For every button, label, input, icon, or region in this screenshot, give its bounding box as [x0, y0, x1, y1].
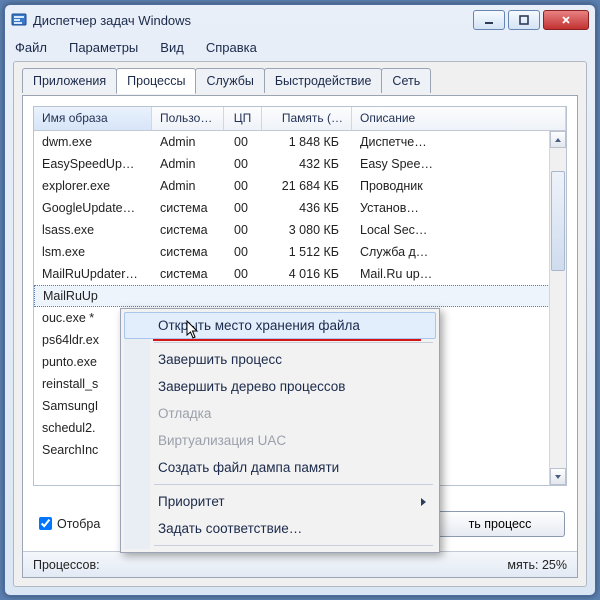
cell-user: Admin	[152, 177, 224, 195]
cell-name: explorer.exe	[34, 177, 152, 195]
show-all-label: Отобра	[57, 517, 100, 531]
cell-desc: Служба д…	[352, 243, 566, 261]
status-bar: Процессов: мять: 25%	[23, 551, 577, 577]
cell-name: lsm.exe	[34, 243, 152, 261]
context-menu-item: Отладка	[124, 400, 436, 427]
table-row[interactable]: GoogleUpdate…система00436 КБУстанов…	[34, 197, 566, 219]
cell-cpu: 00	[224, 243, 262, 261]
menu-view[interactable]: Вид	[156, 38, 188, 57]
cell-desc: Диспетче…	[352, 133, 566, 151]
end-process-button[interactable]: ть процесс	[435, 511, 565, 537]
table-row[interactable]: MailRuUp	[34, 285, 566, 307]
cell-mem: 1 848 КБ	[262, 133, 352, 151]
context-menu-item: Виртуализация UAC	[124, 427, 436, 454]
col-header-memory[interactable]: Память (…	[262, 107, 352, 130]
table-row[interactable]: lsm.exeсистема001 512 КБСлужба д…	[34, 241, 566, 263]
table-header: Имя образа Пользо… ЦП Память (… Описание	[34, 107, 566, 131]
context-menu-item[interactable]: Создать файл дампа памяти	[124, 454, 436, 481]
cell-name: GoogleUpdate…	[34, 199, 152, 217]
cell-name: EasySpeedUp…	[34, 155, 152, 173]
table-row[interactable]: MailRuUpdater…система004 016 КБMail.Ru u…	[34, 263, 566, 285]
cell-desc: Local Sec…	[352, 221, 566, 239]
cell-cpu: 00	[224, 199, 262, 217]
cell-user: Admin	[152, 133, 224, 151]
col-header-name[interactable]: Имя образа	[34, 107, 152, 130]
menu-help[interactable]: Справка	[202, 38, 261, 57]
context-menu-item[interactable]: Открыть место хранения файла	[124, 312, 436, 339]
context-menu-separator	[154, 545, 433, 546]
cell-desc	[353, 294, 565, 298]
context-menu-item[interactable]: Задать соответствие…	[124, 515, 436, 542]
menu-file[interactable]: Файл	[11, 38, 51, 57]
cell-user: система	[152, 265, 224, 283]
col-header-cpu[interactable]: ЦП	[224, 107, 262, 130]
cell-mem	[263, 294, 353, 298]
app-icon	[11, 12, 27, 28]
cell-user: система	[152, 199, 224, 217]
scroll-up-button[interactable]	[550, 131, 566, 148]
cursor-icon	[186, 320, 202, 343]
context-menu-item[interactable]: Завершить процесс	[124, 346, 436, 373]
titlebar[interactable]: Диспетчер задач Windows	[5, 5, 595, 35]
tab-performance[interactable]: Быстродействие	[264, 68, 383, 93]
cell-cpu: 00	[224, 265, 262, 283]
cell-mem: 3 080 КБ	[262, 221, 352, 239]
status-memory: мять: 25%	[507, 558, 567, 572]
show-all-checkbox[interactable]	[39, 517, 52, 530]
process-context-menu: Открыть место хранения файла Завершить пр…	[120, 308, 440, 553]
cell-mem: 436 КБ	[262, 199, 352, 217]
context-menu-item[interactable]: Завершить дерево процессов	[124, 373, 436, 400]
table-row[interactable]: lsass.exeсистема003 080 КБLocal Sec…	[34, 219, 566, 241]
cell-name: MailRuUp	[35, 287, 153, 305]
show-all-checkbox-area: Отобра	[35, 514, 100, 533]
cell-user: система	[152, 243, 224, 261]
context-menu-item[interactable]: Приоритет	[124, 488, 436, 515]
cell-name: dwm.exe	[34, 133, 152, 151]
cell-desc: Проводник	[352, 177, 566, 195]
vertical-scrollbar[interactable]	[549, 131, 566, 485]
menu-options[interactable]: Параметры	[65, 38, 142, 57]
cell-mem: 4 016 КБ	[262, 265, 352, 283]
table-row[interactable]: EasySpeedUp…Admin00432 КБEasy Spee…	[34, 153, 566, 175]
cell-cpu: 00	[224, 155, 262, 173]
cell-cpu	[225, 294, 263, 298]
col-header-user[interactable]: Пользо…	[152, 107, 224, 130]
maximize-button[interactable]	[508, 10, 540, 30]
cell-desc: Easy Spee…	[352, 155, 566, 173]
tab-applications[interactable]: Приложения	[22, 68, 117, 93]
scroll-down-button[interactable]	[550, 468, 566, 485]
cell-name: lsass.exe	[34, 221, 152, 239]
cell-user: Admin	[152, 155, 224, 173]
tabs: Приложения Процессы Службы Быстродействи…	[14, 62, 586, 93]
cell-cpu: 00	[224, 221, 262, 239]
cell-user: система	[152, 221, 224, 239]
window-title: Диспетчер задач Windows	[33, 13, 473, 28]
cell-cpu: 00	[224, 133, 262, 151]
context-menu-separator	[154, 484, 433, 485]
cell-cpu: 00	[224, 177, 262, 195]
scroll-thumb[interactable]	[551, 171, 565, 271]
tab-processes[interactable]: Процессы	[116, 68, 196, 94]
close-button[interactable]	[543, 10, 589, 30]
col-header-desc[interactable]: Описание	[352, 107, 566, 130]
table-row[interactable]: explorer.exeAdmin0021 684 КБПроводник	[34, 175, 566, 197]
submenu-arrow-icon	[421, 498, 426, 506]
cell-mem: 21 684 КБ	[262, 177, 352, 195]
cell-user	[153, 294, 225, 298]
cell-mem: 1 512 КБ	[262, 243, 352, 261]
tab-network[interactable]: Сеть	[381, 68, 431, 93]
table-row[interactable]: dwm.exeAdmin001 848 КБДиспетче…	[34, 131, 566, 153]
cell-desc: Установ…	[352, 199, 566, 217]
cell-name: MailRuUpdater…	[34, 265, 152, 283]
tab-services[interactable]: Службы	[195, 68, 264, 93]
cell-mem: 432 КБ	[262, 155, 352, 173]
minimize-button[interactable]	[473, 10, 505, 30]
cell-desc: Mail.Ru up…	[352, 265, 566, 283]
menubar: Файл Параметры Вид Справка	[5, 35, 595, 59]
status-processes: Процессов:	[33, 558, 100, 572]
